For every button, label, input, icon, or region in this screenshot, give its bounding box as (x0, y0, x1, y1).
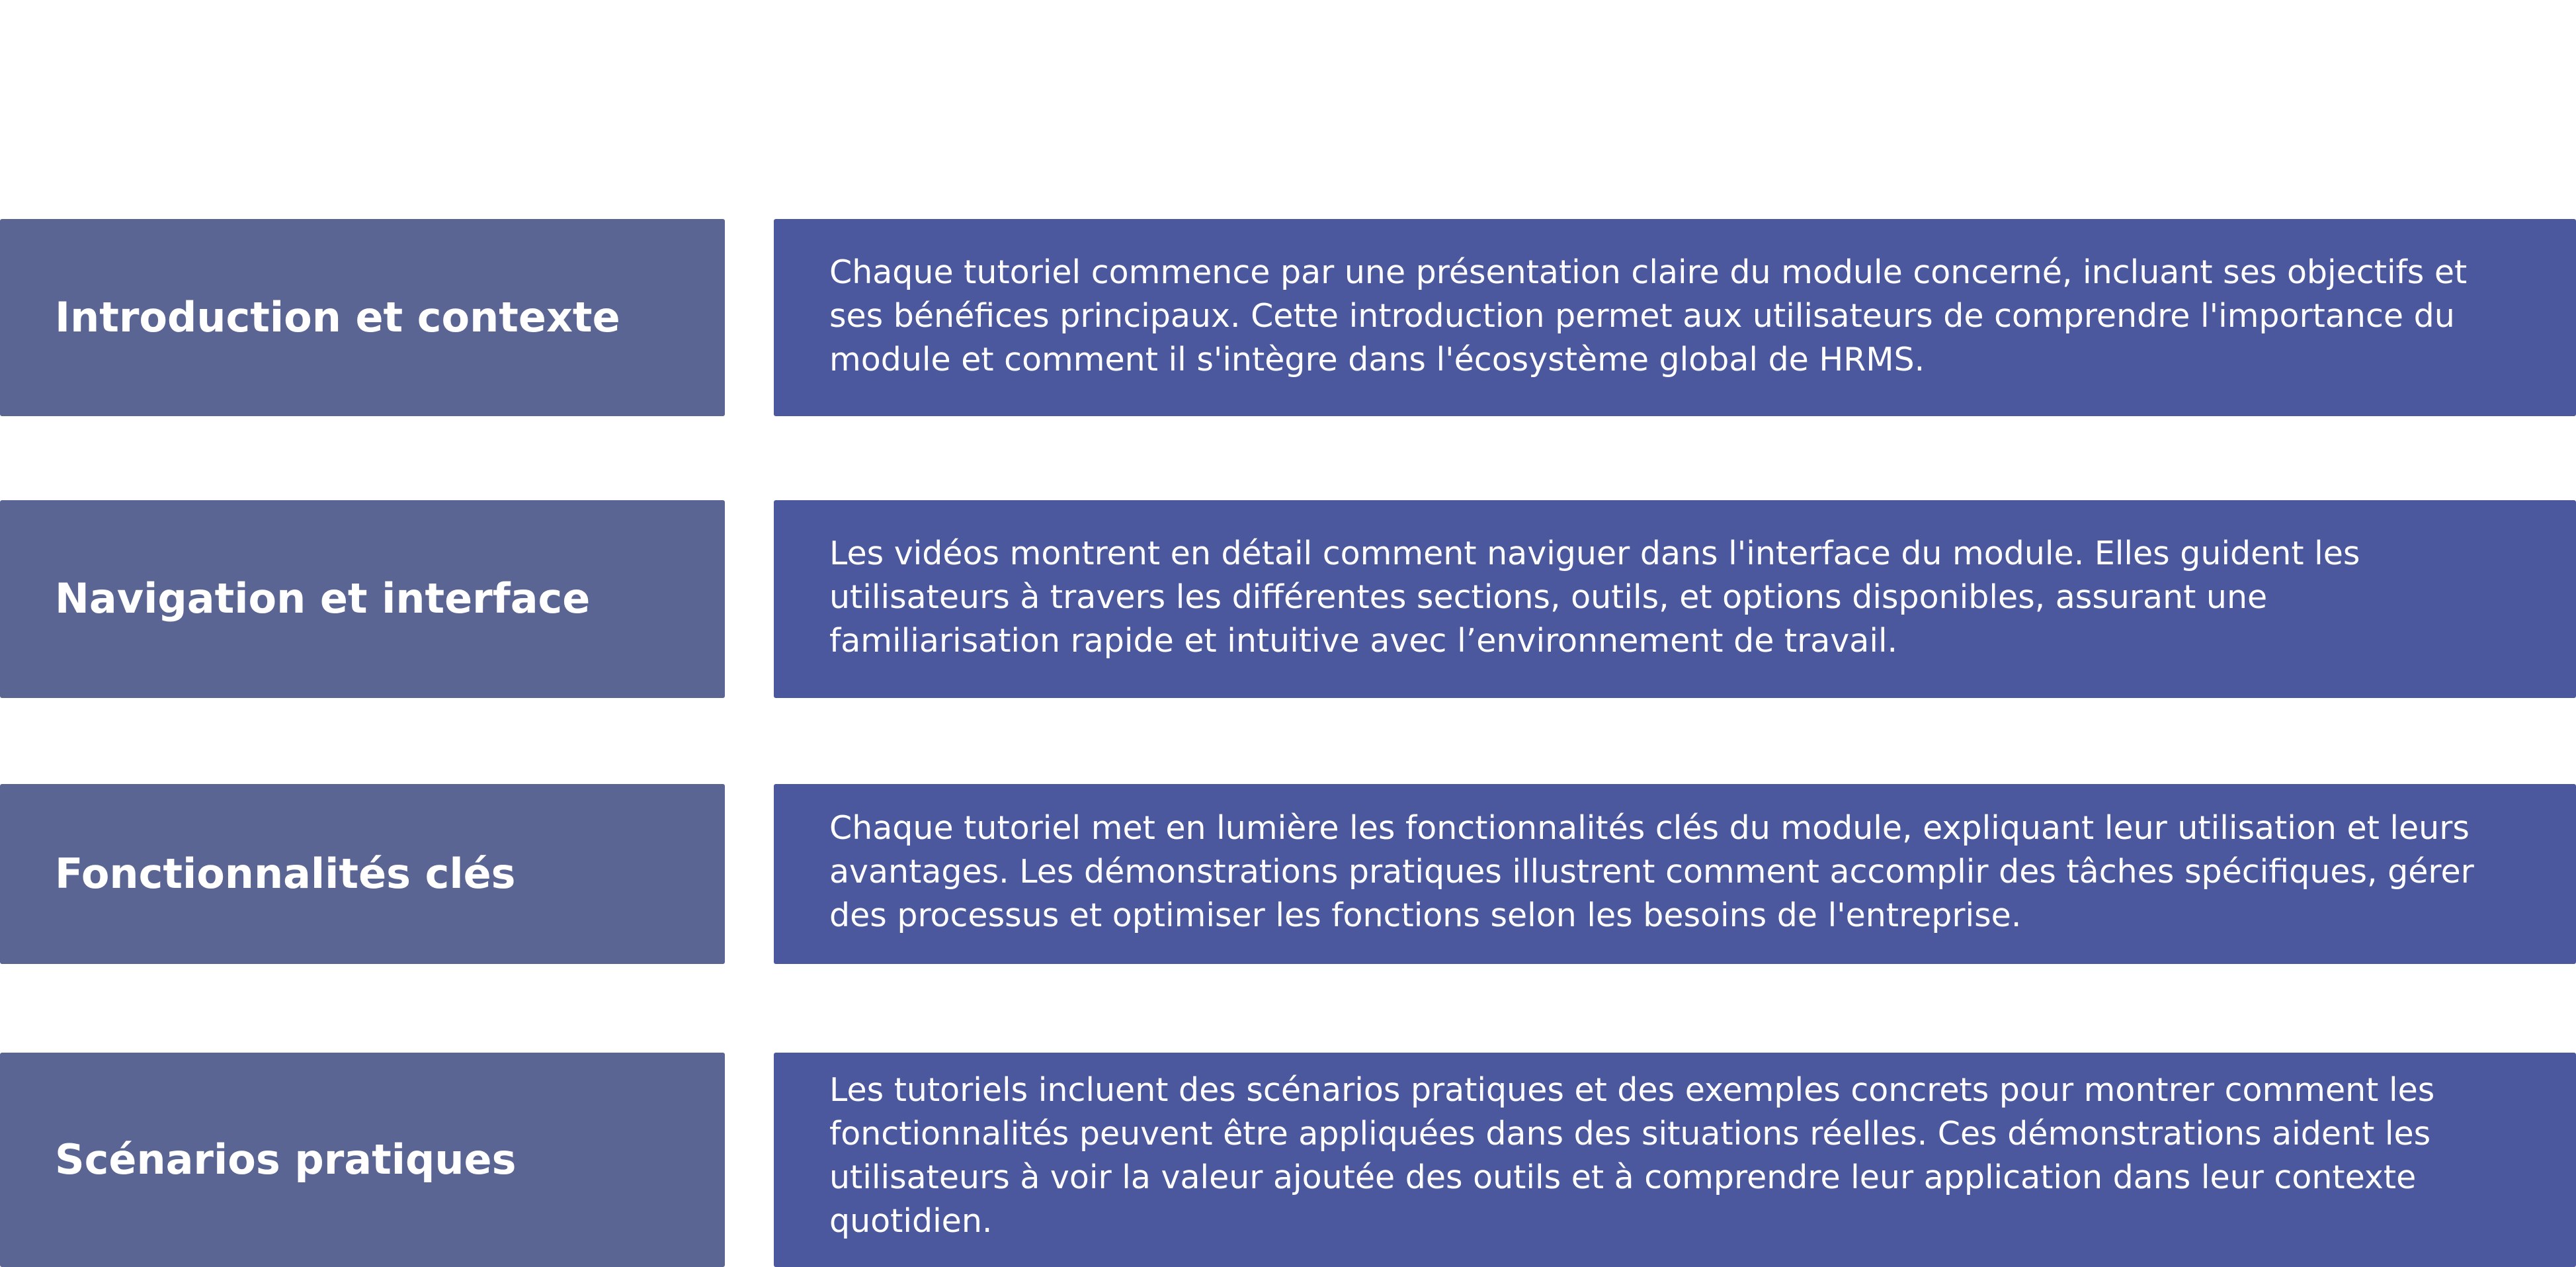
section-description-box: Chaque tutoriel met en lumière les fonct… (774, 784, 2576, 964)
section-title: Fonctionnalités clés (55, 849, 516, 898)
section-description: Les vidéos montrent en détail comment na… (829, 535, 2360, 660)
section-title: Introduction et contexte (55, 292, 620, 341)
section-title-box: Scénarios pratiques (0, 1053, 725, 1267)
section-description: Chaque tutoriel met en lumière les fonct… (829, 809, 2474, 934)
section-title-box: Navigation et interface (0, 500, 725, 698)
section-description: Chaque tutoriel commence par une présent… (829, 253, 2468, 378)
section-title-box: Fonctionnalités clés (0, 784, 725, 964)
section-description-box: Les vidéos montrent en détail comment na… (774, 500, 2576, 698)
section-row-navigation: Navigation et interface Les vidéos montr… (0, 500, 2576, 698)
section-title: Navigation et interface (55, 574, 591, 623)
section-row-introduction: Introduction et contexte Chaque tutoriel… (0, 219, 2576, 416)
section-description-box: Chaque tutoriel commence par une présent… (774, 219, 2576, 416)
section-title: Scénarios pratiques (55, 1135, 517, 1184)
section-row-fonctionnalites: Fonctionnalités clés Chaque tutoriel met… (0, 784, 2576, 964)
section-description-box: Les tutoriels incluent des scénarios pra… (774, 1053, 2576, 1267)
section-row-scenarios: Scénarios pratiques Les tutoriels inclue… (0, 1053, 2576, 1267)
section-description: Les tutoriels incluent des scénarios pra… (829, 1071, 2435, 1240)
section-title-box: Introduction et contexte (0, 219, 725, 416)
